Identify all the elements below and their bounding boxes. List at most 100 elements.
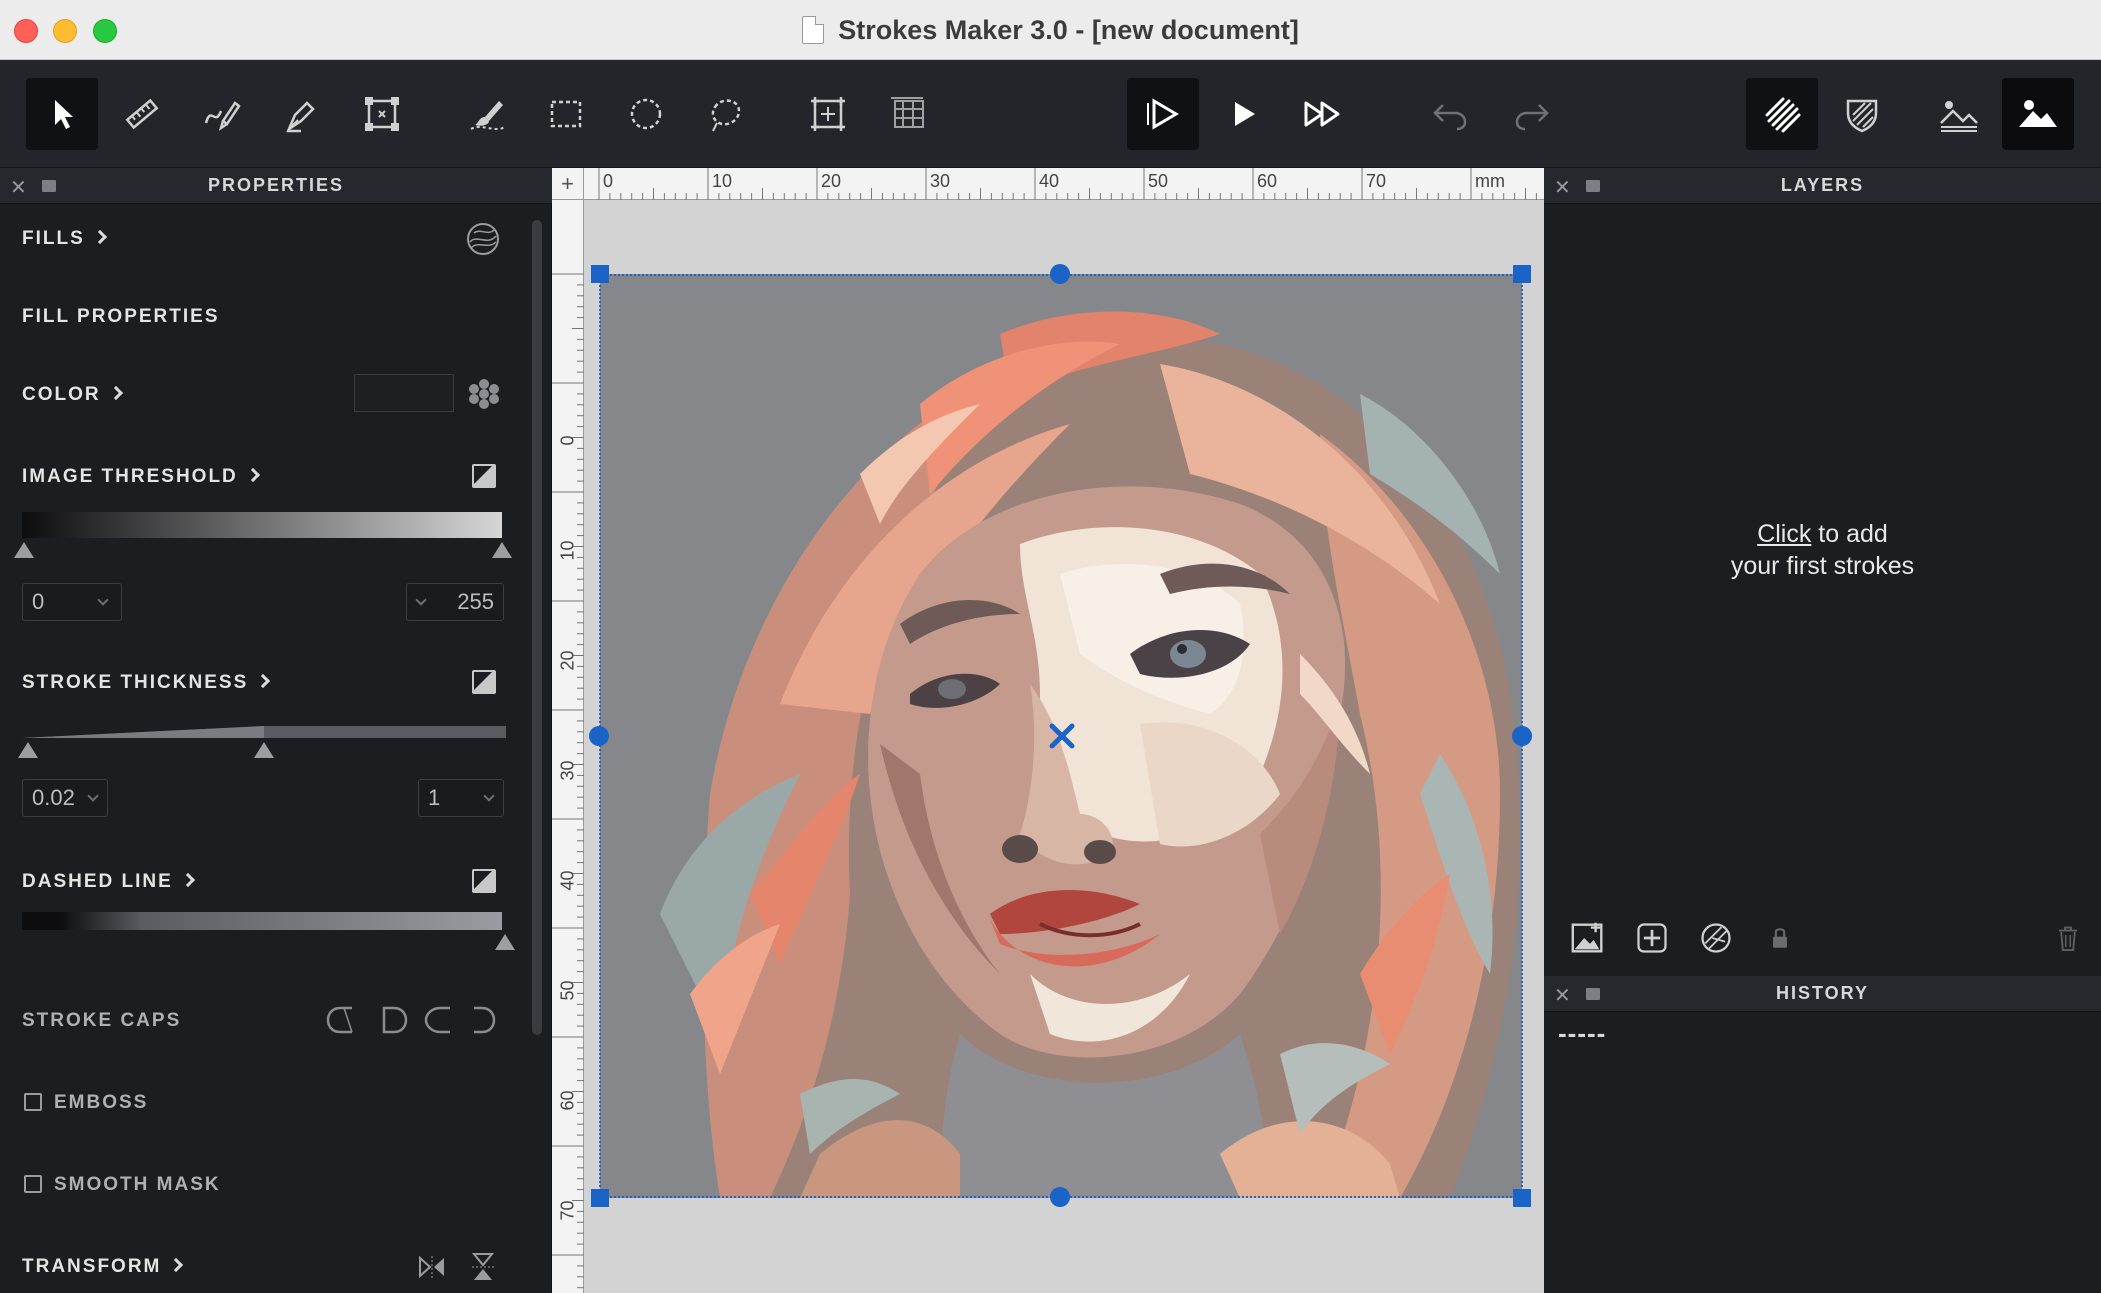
strokes-view-button[interactable] (1746, 78, 1818, 150)
threshold-max-handle[interactable] (492, 542, 512, 558)
resize-handle-bottom-right[interactable] (1513, 1189, 1531, 1207)
dashed-max-handle[interactable] (495, 934, 515, 950)
fit-canvas-tool-button[interactable] (792, 78, 864, 150)
ruler-top-label-7: 70 (1366, 171, 1387, 191)
landscape-lines-button[interactable] (1922, 78, 1994, 150)
thickness-taper-bar[interactable] (22, 724, 506, 740)
resize-handle-bottom-left[interactable] (591, 1189, 609, 1207)
threshold-min-handle[interactable] (14, 542, 34, 558)
thickness-min-input[interactable]: 0.02 (22, 779, 108, 817)
rotation-center-icon[interactable] (1047, 721, 1077, 751)
ruler-origin[interactable]: + (552, 168, 584, 200)
properties-scrollbar[interactable] (532, 220, 542, 1035)
undo-icon (1433, 104, 1467, 131)
image-threshold-row[interactable]: IMAGE THRESHOLD (22, 466, 260, 488)
brush-path-tool-button[interactable] (186, 78, 258, 150)
fill-pattern-icon[interactable] (466, 222, 500, 256)
ruler-top-label-5: 50 (1148, 171, 1169, 191)
ruler-tool-button[interactable] (106, 78, 178, 150)
dashed-line-row[interactable]: DASHED LINE (22, 871, 195, 893)
resize-handle-top-left[interactable] (591, 265, 609, 283)
thickness-max-input[interactable]: 1 (418, 779, 504, 817)
strokes-view-icon (1765, 97, 1801, 133)
fast-forward-button[interactable] (1287, 78, 1359, 150)
delete-layer-button[interactable] (2048, 918, 2088, 958)
cap-square-icon[interactable] (470, 1004, 500, 1036)
pattern-circle-icon (1701, 923, 1731, 953)
pen-tool-button[interactable] (266, 78, 338, 150)
select-tool-button[interactable] (26, 78, 98, 150)
chevron-down-icon (415, 594, 427, 606)
color-row[interactable]: COLOR (22, 384, 123, 406)
resize-handle-right[interactable] (1512, 726, 1532, 746)
undo-button[interactable] (1414, 78, 1486, 150)
arrow-pointer-icon (55, 100, 73, 129)
resize-handle-left[interactable] (589, 726, 609, 746)
resize-handle-top[interactable] (1050, 264, 1070, 284)
play-step-button[interactable] (1127, 78, 1199, 150)
layers-panel-header: ✕ LAYERS (1544, 168, 2101, 204)
threshold-min-input[interactable]: 0 (22, 583, 122, 621)
color-swatch[interactable] (354, 374, 454, 412)
stroke-thickness-row[interactable]: STROKE THICKNESS (22, 672, 271, 694)
dashed-curve-icon[interactable] (472, 869, 496, 893)
add-strokes-link[interactable]: Click (1757, 520, 1811, 548)
chevron-down-icon (87, 790, 99, 802)
ruler-icon (125, 98, 159, 130)
layer-effect-button[interactable] (1696, 918, 1736, 958)
panel-float-icon[interactable] (1586, 988, 1600, 1000)
color-wheel-icon[interactable] (468, 378, 500, 410)
cap-round-icon[interactable] (322, 1004, 356, 1036)
threshold-max-input[interactable]: 255 (406, 583, 504, 621)
flip-horizontal-icon[interactable] (418, 1254, 446, 1280)
brush-path-icon (204, 101, 241, 131)
emboss-checkbox[interactable] (24, 1093, 42, 1111)
redo-button[interactable] (1496, 78, 1568, 150)
smooth-mask-checkbox[interactable] (24, 1175, 42, 1193)
ruler-top-label-6: 60 (1257, 171, 1278, 191)
paint-brush-icon (470, 101, 506, 130)
ruler-left-label-6: 60 (557, 1090, 578, 1111)
panel-float-icon[interactable] (42, 180, 56, 192)
thickness-mid-handle[interactable] (254, 742, 274, 758)
shield-view-button[interactable] (1826, 78, 1898, 150)
panel-float-icon[interactable] (1586, 180, 1600, 192)
layers-toolbar (1544, 912, 2101, 962)
vertical-ruler[interactable]: 0 10 20 30 40 50 60 70 80 (552, 200, 584, 1293)
play-button[interactable] (1207, 78, 1279, 150)
horizontal-ruler[interactable]: 0 10 20 30 40 50 60 70 mm (584, 168, 1544, 200)
chevron-right-icon (92, 229, 107, 245)
history-entry[interactable]: ----- (1558, 1018, 1606, 1049)
transform-row[interactable]: TRANSFORM (22, 1256, 184, 1278)
panel-close-icon[interactable]: ✕ (10, 175, 27, 200)
image-view-button[interactable] (2002, 78, 2074, 150)
threshold-gradient-bar[interactable] (22, 512, 502, 538)
threshold-curve-icon[interactable] (472, 464, 496, 488)
resize-handle-top-right[interactable] (1513, 265, 1531, 283)
ellipse-select-tool-button[interactable] (610, 78, 682, 150)
layers-empty-message: Click to add your first strokes (1730, 520, 1915, 580)
add-layer-button[interactable] (1632, 918, 1672, 958)
stroke-caps-label: STROKE CAPS (22, 1010, 182, 1031)
paint-tool-button[interactable] (452, 78, 524, 150)
lock-layer-button[interactable] (1760, 918, 1800, 958)
ruler-left-label-5: 50 (557, 980, 578, 1001)
ruler-left-label-7: 70 (557, 1200, 578, 1221)
add-square-icon (1637, 923, 1667, 953)
resize-handle-bottom[interactable] (1050, 1187, 1070, 1207)
ruler-top-unit: mm (1475, 171, 1505, 191)
fills-row[interactable]: FILLS (22, 228, 107, 250)
grid-tool-button[interactable] (872, 78, 944, 150)
panel-close-icon[interactable]: ✕ (1554, 175, 1571, 200)
cap-butt-icon[interactable] (382, 1004, 452, 1036)
dashed-gradient-bar[interactable] (22, 912, 502, 930)
add-image-layer-button[interactable] (1568, 918, 1608, 958)
rect-select-tool-button[interactable] (530, 78, 602, 150)
thickness-min-handle[interactable] (18, 742, 38, 758)
thickness-curve-icon[interactable] (472, 670, 496, 694)
ruler-left-label-2: 20 (557, 650, 578, 671)
flip-vertical-icon[interactable] (470, 1252, 496, 1282)
transform-tool-button[interactable] (346, 78, 418, 150)
lasso-tool-button[interactable] (690, 78, 762, 150)
panel-close-icon[interactable]: ✕ (1554, 983, 1571, 1008)
